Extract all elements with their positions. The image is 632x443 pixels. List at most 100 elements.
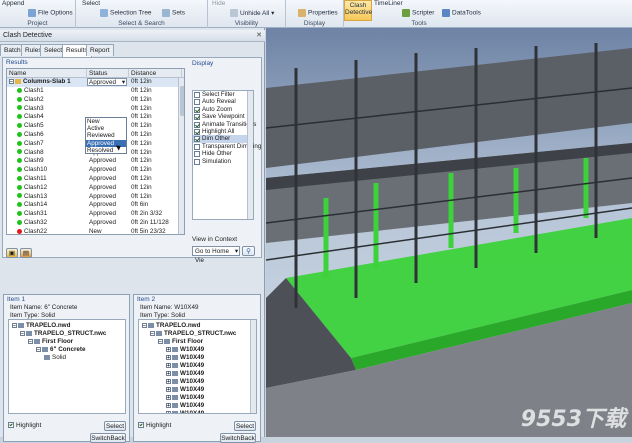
clash-row[interactable]: Clash9 Approved 0ft 12in <box>7 157 182 166</box>
clash-row[interactable]: Clash10 Approved 0ft 12in <box>7 166 182 175</box>
display-option-checkbox[interactable]: Auto Zoom <box>193 106 253 113</box>
item2-select-button[interactable]: Select <box>234 421 256 431</box>
expand-icon[interactable]: + <box>166 362 171 368</box>
expand-icon[interactable]: + <box>166 346 171 352</box>
display-option-checkbox[interactable]: Highlight All <box>193 128 253 135</box>
status-select[interactable]: Approved ▾ <box>87 78 127 86</box>
select-button[interactable]: Select <box>82 0 100 7</box>
clash-row[interactable]: Clash12 Approved 0ft 12in <box>7 184 182 193</box>
clash-row[interactable]: Clash31 Approved 0ft 2in 3/32 <box>7 210 182 219</box>
item1-switchback-button[interactable]: SwitchBack <box>90 433 126 443</box>
expand-icon[interactable]: + <box>166 378 171 384</box>
tree-node[interactable]: + W10X49 <box>166 362 204 370</box>
view-in-context-select[interactable]: Go to Home Vie ▾ <box>192 246 240 264</box>
item2-panel: Item 2 Item Name: W10X49 Item Type: Soli… <box>133 294 261 443</box>
clash-group-row[interactable]: − Columns-Slab 1 Approved ▾ 0ft 12in <box>7 78 182 87</box>
tree-node[interactable]: + W10X49 <box>166 378 204 386</box>
expand-icon[interactable]: − <box>20 330 25 336</box>
expand-icon[interactable]: − <box>12 322 17 328</box>
item1-highlight-checkbox[interactable]: Highlight <box>8 422 41 429</box>
display-option-checkbox[interactable]: Save Viewpoint <box>193 113 253 121</box>
close-icon[interactable]: ✕ <box>256 30 262 42</box>
display-scrollbar[interactable] <box>247 91 253 219</box>
item2-tree-scrollbar[interactable] <box>250 320 256 413</box>
tree-node[interactable]: + W10X49 <box>166 370 204 378</box>
tree-node[interactable]: + W10X49 <box>166 346 204 354</box>
expand-icon[interactable]: + <box>166 394 171 400</box>
tree-node[interactable]: + W10X49 <box>166 354 204 362</box>
clash-row[interactable]: Clash13 Approved 0ft 12in <box>7 193 182 202</box>
display-option-checkbox[interactable]: Animate Transitions <box>193 121 256 128</box>
expand-icon[interactable]: + <box>166 402 171 408</box>
properties-button[interactable]: Properties <box>298 9 338 17</box>
tree-node[interactable]: + W10X49 <box>166 394 204 402</box>
expand-icon[interactable]: − <box>28 338 33 344</box>
display-option-checkbox[interactable]: Transparent Dimming <box>193 143 261 150</box>
tab-report[interactable]: Report <box>86 44 114 56</box>
expand-icon[interactable]: − <box>36 346 41 352</box>
clash-row[interactable]: Clash22 New 0ft 5in 23/32 <box>7 228 182 234</box>
status-option[interactable]: New <box>86 118 126 125</box>
project-group-title: Project <box>27 20 48 27</box>
display-option-checkbox[interactable]: Select Filter <box>193 91 253 98</box>
expand-icon[interactable]: + <box>166 410 171 413</box>
clash-row[interactable]: Clash1 0ft 12in <box>7 87 182 96</box>
datatools-button[interactable]: DataTools <box>442 9 481 17</box>
sets-button[interactable]: Sets <box>162 9 185 17</box>
display-option-checkbox[interactable]: Hide Other <box>193 150 253 158</box>
expand-icon[interactable]: + <box>166 386 171 392</box>
tree-node[interactable]: − TRAPELO.nwd <box>12 322 70 330</box>
item1-select-button[interactable]: Select <box>104 421 126 431</box>
tree-node[interactable]: + W10X49 <box>166 402 204 410</box>
status-option[interactable]: Reviewed <box>86 132 126 139</box>
export-button[interactable]: ▣ <box>6 248 18 258</box>
clash-distance-cell: 0ft 12in <box>131 95 152 103</box>
display-option-checkbox[interactable]: Auto Reveal <box>193 98 253 106</box>
results-scrollbar-thumb[interactable] <box>180 86 184 116</box>
expand-icon[interactable]: − <box>142 322 147 328</box>
view-in-context-button[interactable]: ⚲ <box>242 246 255 256</box>
column-distance[interactable]: Distance <box>129 69 182 78</box>
expand-icon[interactable]: + <box>166 370 171 376</box>
tree-node[interactable]: Solid <box>44 354 66 362</box>
collapse-icon[interactable]: − <box>9 78 14 84</box>
display-option-checkbox[interactable]: Dim Other <box>193 135 253 143</box>
column-status[interactable]: Status <box>87 69 129 78</box>
results-scrollbar[interactable] <box>178 78 184 234</box>
item2-switchback-button[interactable]: SwitchBack <box>220 433 256 443</box>
3d-viewport[interactable]: 9553下载 <box>266 28 632 437</box>
append-button[interactable]: Append <box>2 0 24 7</box>
clash-detective-button[interactable]: Clash Detective <box>344 0 372 21</box>
tree-node[interactable]: −6" Concrete <box>36 346 86 354</box>
file-options-button[interactable]: File Options <box>28 9 73 17</box>
hide-button[interactable]: Hide <box>212 0 225 7</box>
expand-icon[interactable]: − <box>150 330 155 336</box>
tree-node[interactable]: − TRAPELO_STRUCT.nwc <box>20 330 106 338</box>
tree-node[interactable]: − TRAPELO_STRUCT.nwc <box>150 330 236 338</box>
building-model-render <box>266 28 632 437</box>
clash-row[interactable]: Clash14 Approved 0ft 6in <box>7 201 182 210</box>
expand-icon[interactable]: − <box>158 338 163 344</box>
clash-row[interactable]: Clash2 0ft 12in <box>7 96 182 105</box>
status-option[interactable]: Active <box>86 125 126 132</box>
timeliner-button[interactable]: TimeLiner <box>374 0 403 7</box>
unhide-all-button[interactable]: Unhide All ▾ <box>230 9 274 18</box>
tree-node[interactable]: − First Floor <box>158 338 203 346</box>
column-name[interactable]: Name <box>7 69 87 78</box>
clash-status-dot-icon <box>17 184 22 190</box>
import-button[interactable]: ▤ <box>20 248 32 258</box>
clash-row[interactable]: Clash32 Approved 0ft 2in 11/128 <box>7 219 182 228</box>
clash-row[interactable]: Clash3 0ft 12in <box>7 105 182 114</box>
tree-node[interactable]: + W10X49 <box>166 410 204 413</box>
clash-row[interactable]: Clash11 Approved 0ft 12in <box>7 175 182 184</box>
scripter-button[interactable]: Scripter <box>402 9 434 17</box>
item2-highlight-checkbox[interactable]: Highlight <box>138 422 171 429</box>
display-option-checkbox[interactable]: Simulation <box>193 158 253 165</box>
expand-icon[interactable]: + <box>166 354 171 360</box>
tree-node[interactable]: − TRAPELO.nwd <box>142 322 200 330</box>
tree-node[interactable]: + W10X49 <box>166 386 204 394</box>
tree-node[interactable]: − First Floor <box>28 338 73 346</box>
selection-tree-button[interactable]: Selection Tree <box>100 9 152 17</box>
checkbox-icon <box>194 128 200 135</box>
clash-status-cell: Approved <box>89 219 116 226</box>
